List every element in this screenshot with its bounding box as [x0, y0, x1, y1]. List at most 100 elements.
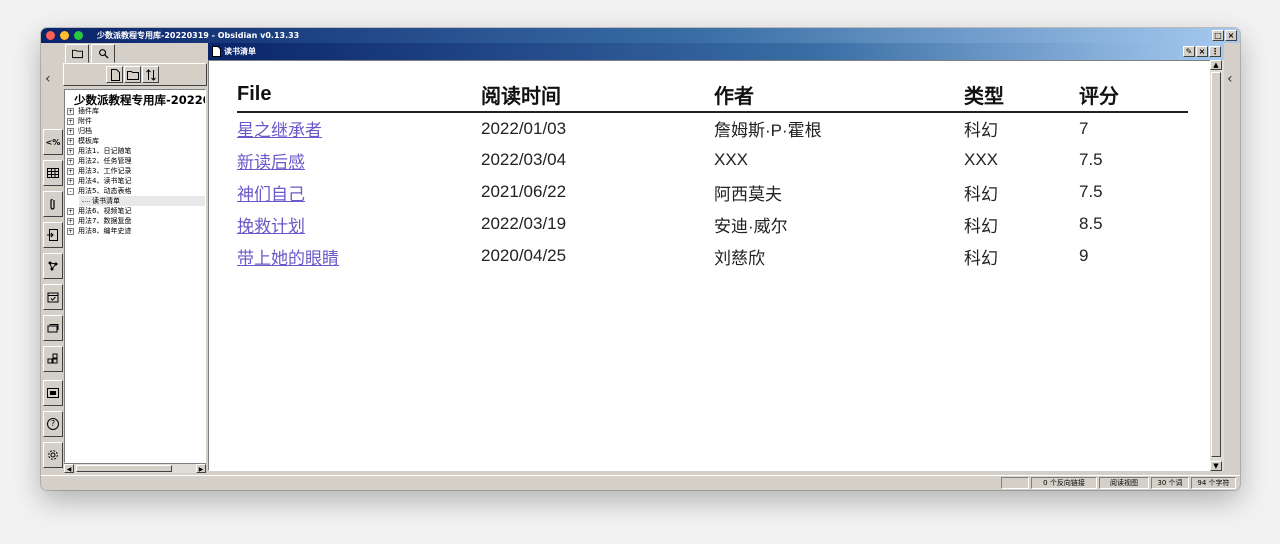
folder-label: 插件库 [78, 107, 99, 115]
read-date-cell: 2021/06/22 [481, 182, 567, 201]
tab-file-explorer[interactable] [65, 44, 89, 63]
more-options-button[interactable]: ⋮ [1209, 46, 1221, 57]
folder-item[interactable]: + 用法4、读书笔记 [67, 176, 205, 186]
minimize-window-button[interactable] [60, 31, 69, 40]
scroll-thumb[interactable] [76, 465, 172, 472]
folder-label: 用法3、工作记录 [78, 167, 132, 175]
calendar-button[interactable] [43, 284, 63, 310]
folder-item-expanded[interactable]: - 用法5、动态表格 [67, 186, 205, 196]
expand-icon[interactable]: + [67, 207, 74, 215]
paperclip-icon [50, 198, 55, 210]
table-row: 挽救计划 2022/03/19 安迪·威尔 科幻 8.5 [237, 208, 1188, 240]
close-pane-button[interactable]: × [1196, 46, 1208, 57]
expand-icon[interactable]: + [67, 147, 74, 155]
expand-icon[interactable]: + [67, 137, 74, 145]
blocks-icon [47, 353, 58, 364]
content-vertical-scrollbar[interactable]: ▲ ▼ [1210, 60, 1224, 471]
folder-label: 归档 [78, 127, 92, 135]
graph-view-button[interactable] [43, 253, 63, 279]
settings-icon [48, 450, 58, 460]
expand-icon[interactable]: + [67, 217, 74, 225]
new-folder-icon [126, 70, 139, 80]
scroll-up-icon[interactable]: ▲ [1210, 60, 1222, 70]
file-link[interactable]: 带上她的眼睛 [237, 249, 339, 268]
file-link[interactable]: 新读后感 [237, 153, 305, 172]
file-link[interactable]: 星之继承者 [237, 121, 322, 140]
sidebar-tabs [63, 43, 207, 63]
close-window-button[interactable] [46, 31, 55, 40]
close-button[interactable]: × [1225, 30, 1237, 41]
tab-search[interactable] [91, 44, 115, 63]
scroll-left-icon[interactable]: ◀ [64, 464, 74, 473]
collapse-right-icon[interactable]: ‹ [1227, 71, 1233, 87]
slides-icon [47, 388, 59, 398]
folder-item[interactable]: + 归档 [67, 126, 205, 136]
new-note-icon [110, 68, 120, 81]
settings-button[interactable] [43, 442, 63, 468]
new-folder-button[interactable] [124, 66, 141, 83]
zoom-window-button[interactable] [74, 31, 83, 40]
title-bar: 少数派教程专用库-20220319 - Obsidian v0.13.33 □ … [41, 28, 1240, 43]
expand-icon[interactable]: + [67, 177, 74, 185]
scroll-thumb[interactable] [1211, 72, 1221, 457]
file-link[interactable]: 挽救计划 [237, 217, 305, 236]
help-button[interactable]: ? [43, 411, 63, 437]
folder-item[interactable]: + 附件 [67, 116, 205, 126]
graph-icon [48, 261, 58, 271]
table-button[interactable] [43, 160, 63, 186]
expand-icon[interactable]: + [67, 117, 74, 125]
folder-item[interactable]: + 用法8、编年史迹 [67, 226, 205, 236]
word-count: 30 个词 [1151, 477, 1189, 489]
author-cell: 安迪·威尔 [714, 216, 788, 236]
folder-item[interactable]: + 用法6、视频笔记 [67, 206, 205, 216]
file-link[interactable]: 神们自己 [237, 185, 305, 204]
scroll-right-icon[interactable]: ▶ [196, 464, 206, 473]
expand-icon[interactable]: + [67, 157, 74, 165]
obsidian-window: 少数派教程专用库-20220319 - Obsidian v0.13.33 □ … [41, 28, 1240, 490]
column-header-author[interactable]: 作者 [714, 78, 964, 113]
sort-button[interactable] [142, 66, 159, 83]
column-header-read-date[interactable]: 阅读时间 [481, 78, 714, 113]
status-bar: 0 个反向链接 阅读视图 30 个词 94 个字符 [41, 475, 1240, 490]
column-header-type[interactable]: 类型 [964, 78, 1079, 113]
collapse-icon[interactable]: - [67, 187, 74, 195]
expand-icon[interactable]: + [67, 107, 74, 115]
folder-item[interactable]: + 用法3、工作记录 [67, 166, 205, 176]
attachment-button[interactable] [43, 191, 63, 217]
type-cell: XXX [964, 150, 999, 169]
folder-item[interactable]: + 用法1、日记随笔 [67, 146, 205, 156]
blocks-button[interactable] [43, 346, 63, 372]
table-row: 神们自己 2021/06/22 阿西莫夫 科幻 7.5 [237, 176, 1188, 208]
folder-item[interactable]: + 插件库 [67, 106, 205, 116]
edit-toggle-button[interactable]: ✎ [1183, 46, 1195, 57]
score-cell: 9 [1079, 246, 1089, 265]
backlinks-count[interactable]: 0 个反向链接 [1031, 477, 1097, 489]
expand-icon[interactable]: + [67, 167, 74, 175]
folder-item[interactable]: + 用法7、数据复盘 [67, 216, 205, 226]
collapse-left-icon[interactable]: ‹ [45, 71, 51, 87]
restore-button[interactable]: □ [1212, 30, 1224, 41]
expand-icon[interactable]: + [67, 127, 74, 135]
column-header-file[interactable]: File [237, 78, 481, 113]
folder-item[interactable]: + 用法2、任务管理 [67, 156, 205, 166]
pane-title: 读书清单 [224, 47, 256, 56]
read-date-cell: 2022/03/04 [481, 150, 567, 169]
sidebar-horizontal-scrollbar[interactable]: ◀ ▶ [64, 463, 206, 473]
scroll-down-icon[interactable]: ▼ [1210, 461, 1222, 471]
column-header-score[interactable]: 评分 [1079, 78, 1188, 113]
view-mode[interactable]: 阅读视图 [1099, 477, 1149, 489]
file-item-active[interactable]: 读书清单 [79, 196, 205, 206]
folder-label: 用法2、任务管理 [78, 157, 132, 165]
type-cell: 科幻 [964, 184, 998, 204]
templater-button[interactable]: <% [43, 129, 63, 155]
import-button[interactable] [43, 222, 63, 248]
expand-icon[interactable]: + [67, 227, 74, 235]
score-cell: 7.5 [1079, 150, 1103, 169]
new-note-button[interactable] [106, 66, 123, 83]
folder-item[interactable]: + 模板库 [67, 136, 205, 146]
cards-button[interactable] [43, 315, 63, 341]
slides-button[interactable] [43, 380, 63, 406]
reading-view: File 阅读时间 作者 类型 评分 星之继承者 2022/01/03 詹姆斯·… [208, 60, 1211, 471]
folder-label: 用法6、视频笔记 [78, 207, 132, 215]
right-ribbon: ‹ [1224, 43, 1240, 475]
